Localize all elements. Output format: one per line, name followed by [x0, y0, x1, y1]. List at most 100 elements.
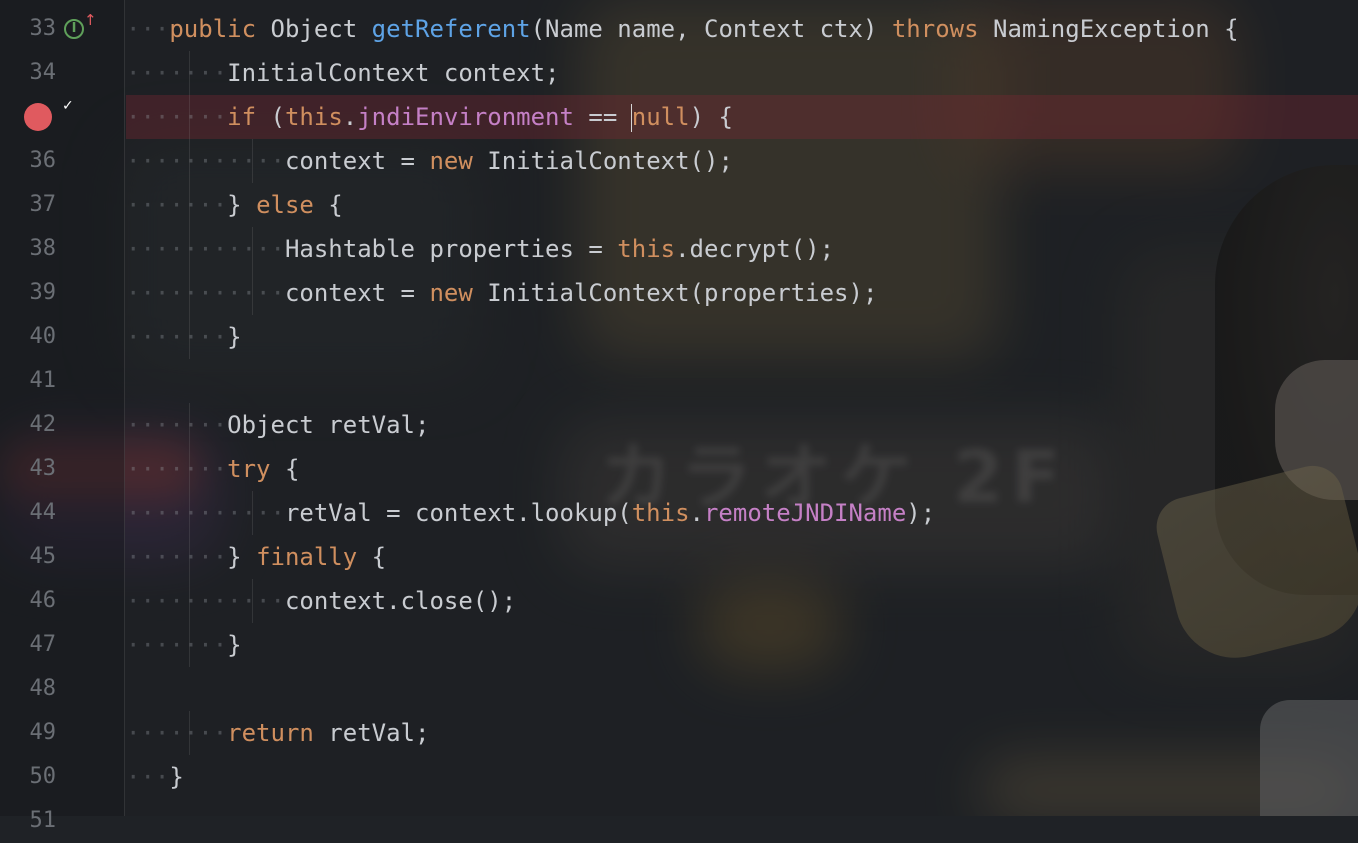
code-token: }	[227, 191, 257, 219]
line-number[interactable]: 36	[0, 139, 57, 183]
code-line[interactable]: ···········context = new InitialContext(…	[126, 271, 1358, 315]
code-token: context.close();	[284, 587, 517, 615]
code-token: context =	[284, 147, 430, 175]
code-token: new	[429, 147, 473, 175]
code-token: getReferent	[371, 15, 531, 43]
implements-method-icon[interactable]: I	[64, 19, 84, 39]
code-line[interactable]: ···········Hashtable properties = this.d…	[126, 227, 1358, 271]
code-line[interactable]: ···········context.close();	[126, 579, 1358, 623]
code-token: finally	[256, 543, 358, 571]
whitespace-indicator: ·······	[126, 719, 228, 747]
code-line[interactable]: ·······}	[126, 623, 1358, 667]
code-line[interactable]: ·······}	[126, 315, 1358, 359]
code-line[interactable]: ···········context = new InitialContext(…	[126, 139, 1358, 183]
whitespace-indicator: ·······	[126, 103, 228, 131]
code-token: .decrypt();	[675, 235, 835, 263]
whitespace-indicator: ·······	[126, 631, 228, 659]
code-token: this	[284, 103, 343, 131]
code-token: public	[169, 15, 257, 43]
line-number[interactable]: 51	[0, 799, 57, 843]
whitespace-indicator: ·······	[126, 191, 228, 219]
code-token: retVal;	[313, 719, 430, 747]
code-token: if	[227, 103, 257, 131]
line-number[interactable]: 39	[0, 271, 57, 315]
code-token: return	[227, 719, 314, 747]
code-token: InitialContext context;	[227, 59, 560, 87]
code-token: context =	[284, 279, 430, 307]
code-token: }	[227, 631, 242, 659]
code-line[interactable]: ·······} finally {	[126, 535, 1358, 579]
code-token: ==	[573, 103, 632, 131]
code-token: retVal = context.lookup(	[284, 499, 632, 527]
code-editor[interactable]: ···public Object getReferent(Name name, …	[126, 0, 1358, 816]
code-line[interactable]: ·······try {	[126, 447, 1358, 491]
code-token: );	[906, 499, 936, 527]
line-number[interactable]: 37	[0, 183, 57, 227]
code-token: }	[227, 323, 242, 351]
code-line[interactable]: ···········retVal = context.lookup(this.…	[126, 491, 1358, 535]
code-token: {	[313, 191, 343, 219]
line-number[interactable]: 41	[0, 359, 57, 403]
code-token: {	[270, 455, 300, 483]
line-number[interactable]: 47	[0, 623, 57, 667]
code-token: {	[357, 543, 387, 571]
code-token: }	[227, 543, 257, 571]
whitespace-indicator: ·······	[126, 323, 228, 351]
code-token: InitialContext();	[472, 147, 733, 175]
line-number[interactable]: 48	[0, 667, 57, 711]
line-number[interactable]: 43	[0, 447, 57, 491]
code-line[interactable]: ·······InitialContext context;	[126, 51, 1358, 95]
code-line[interactable]: ·······} else {	[126, 183, 1358, 227]
whitespace-indicator: ·······	[126, 455, 228, 483]
implements-arrow-icon[interactable]: ↑	[84, 12, 97, 28]
code-token: }	[169, 763, 184, 791]
line-number[interactable]: 38	[0, 227, 57, 271]
whitespace-indicator: ···········	[126, 235, 285, 263]
code-line[interactable]: ·······return retVal;	[126, 711, 1358, 755]
code-line[interactable]: ·······Object retVal;	[126, 403, 1358, 447]
whitespace-indicator: ···········	[126, 147, 285, 175]
code-token: (Name name, Context ctx)	[530, 15, 892, 43]
code-token: new	[429, 279, 473, 307]
line-number[interactable]: 44	[0, 491, 57, 535]
code-line[interactable]: ···public Object getReferent(Name name, …	[126, 7, 1358, 51]
line-number[interactable]: 46	[0, 579, 57, 623]
editor-gutter[interactable]: 33 I ↑ 34 ✓ 36 37 38 39 40 41 42 43 44 45 46 47 48 49 50 51	[0, 0, 125, 833]
code-line[interactable]: ·······if (this.jndiEnvironment == null)…	[126, 95, 1358, 139]
code-token: .	[689, 499, 704, 527]
code-line[interactable]	[126, 667, 1358, 711]
line-number[interactable]: 45	[0, 535, 57, 579]
code-token: else	[256, 191, 314, 219]
line-number[interactable]: 42	[0, 403, 57, 447]
code-token: Object retVal;	[227, 411, 430, 439]
code-token: remoteJNDIName	[703, 499, 907, 527]
whitespace-indicator: ·······	[126, 543, 228, 571]
whitespace-indicator: ···········	[126, 279, 285, 307]
code-token: InitialContext(properties);	[472, 279, 878, 307]
code-token: (	[256, 103, 285, 131]
breakpoint-check-icon: ✓	[62, 98, 74, 114]
code-token: this	[617, 235, 676, 263]
code-token: jndiEnvironment	[357, 103, 574, 131]
line-number[interactable]: 40	[0, 315, 57, 359]
code-token: Object	[256, 15, 372, 43]
code-token: ) {	[689, 103, 733, 131]
whitespace-indicator: ·······	[126, 59, 228, 87]
breakpoint-icon[interactable]: ✓	[24, 99, 74, 131]
code-line[interactable]	[126, 799, 1358, 843]
line-number[interactable]: 49	[0, 711, 57, 755]
code-token: .	[342, 103, 358, 131]
code-line[interactable]	[126, 359, 1358, 403]
code-token: null	[631, 103, 690, 131]
whitespace-indicator: ·······	[126, 411, 228, 439]
code-token: this	[631, 499, 690, 527]
code-token: throws	[891, 15, 979, 43]
whitespace-indicator: ···	[126, 15, 170, 43]
line-number[interactable]: 33	[0, 7, 57, 51]
whitespace-indicator: ···········	[126, 499, 285, 527]
whitespace-indicator: ···········	[126, 587, 285, 615]
code-token: NamingException {	[978, 15, 1239, 43]
line-number[interactable]: 34	[0, 51, 57, 95]
line-number[interactable]: 50	[0, 755, 57, 799]
code-line[interactable]: ···}	[126, 755, 1358, 799]
